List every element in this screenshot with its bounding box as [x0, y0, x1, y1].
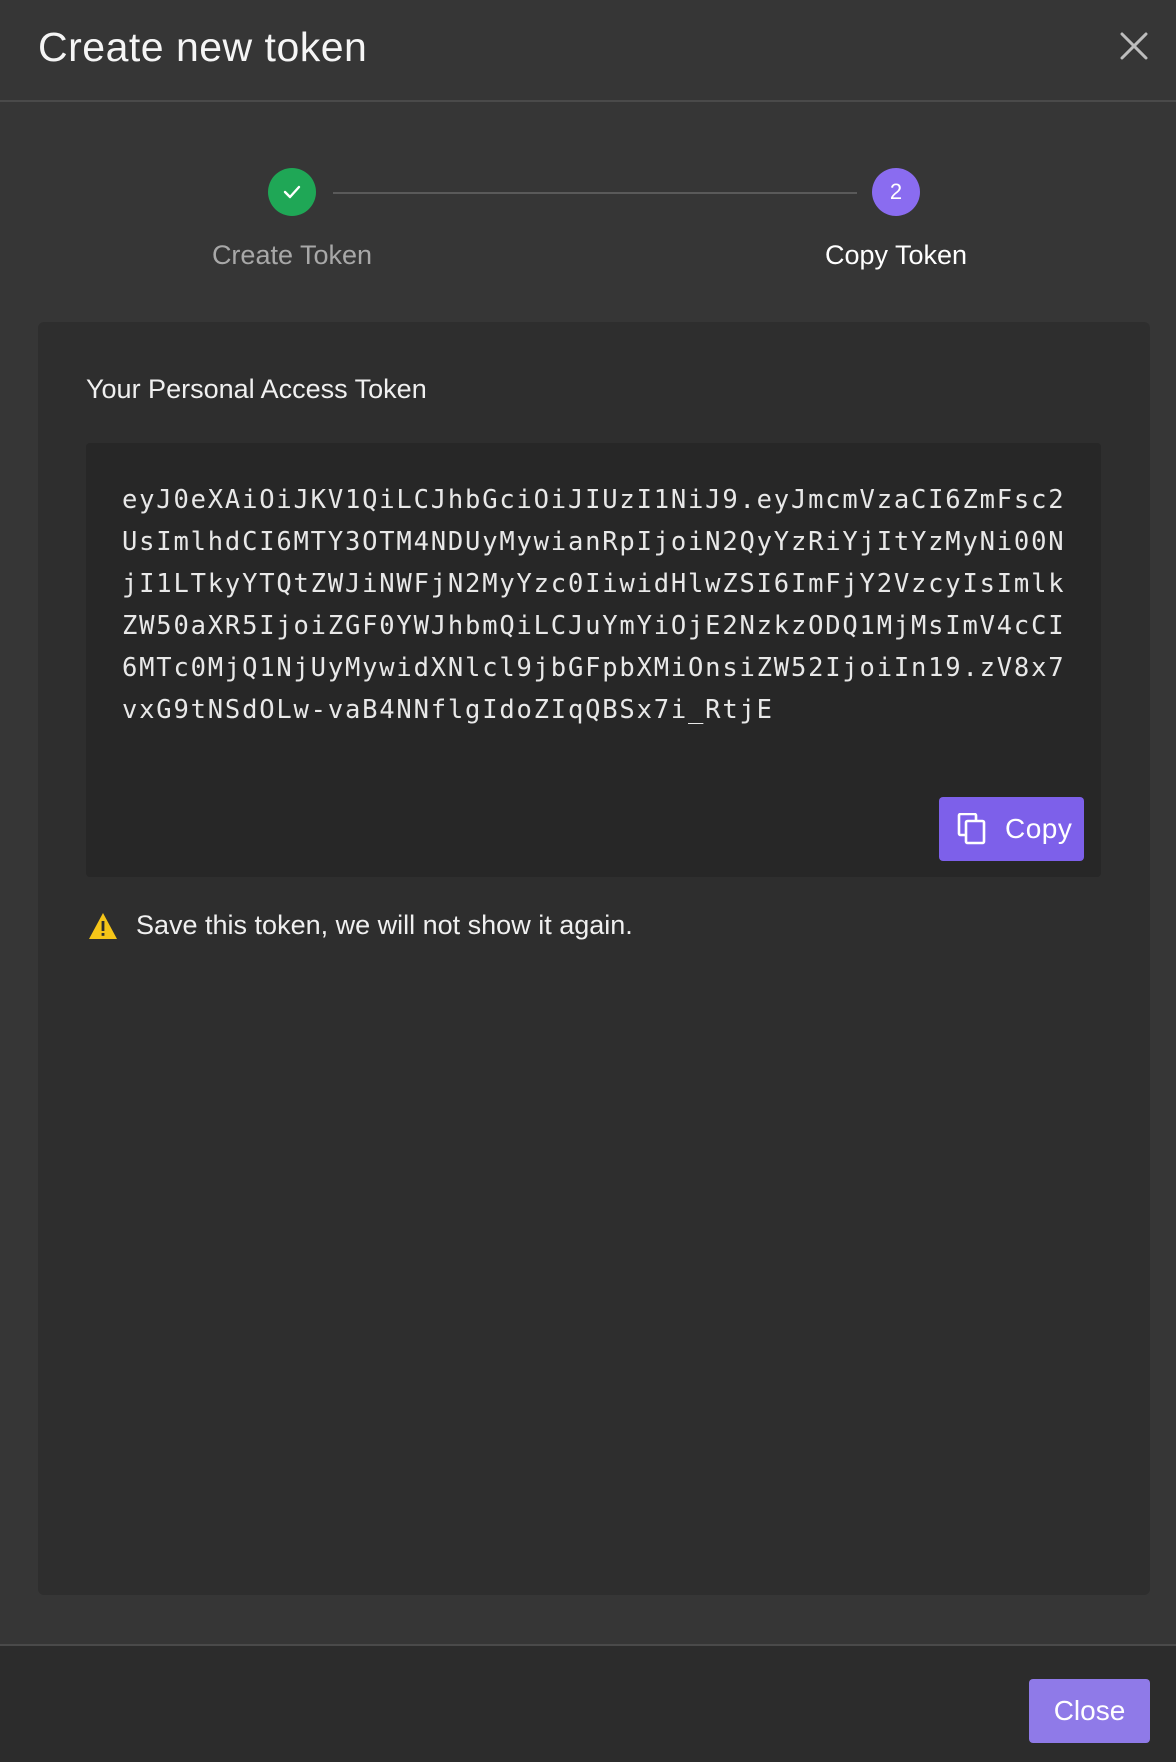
step-label: Create Token [211, 240, 373, 270]
dialog-header: Create new token [0, 0, 1176, 102]
copy-icon [957, 813, 986, 845]
step-create-token: Create Token [172, 160, 412, 272]
token-panel: Your Personal Access Token eyJ0eXAiOiJKV… [38, 322, 1150, 1595]
dialog-footer: Close [0, 1644, 1176, 1762]
step-copy-token: 2 Copy Token [776, 160, 1016, 272]
close-icon[interactable] [1116, 28, 1152, 64]
close-button[interactable]: Close [1029, 1679, 1150, 1743]
create-token-dialog: Create new token Create Token 2 Copy Tok… [0, 0, 1176, 1762]
step-label: Copy Token [824, 240, 968, 270]
copy-button-label: Copy [1005, 813, 1073, 844]
token-box: eyJ0eXAiOiJKV1QiLCJhbGciOiJIUzI1NiJ9.eyJ… [86, 443, 1101, 877]
step-number-badge: 2 [872, 168, 920, 216]
check-icon [283, 185, 301, 199]
token-value[interactable]: eyJ0eXAiOiJKV1QiLCJhbGciOiJIUzI1NiJ9.eyJ… [122, 479, 1072, 731]
warning-message: Save this token, we will not show it aga… [88, 910, 633, 941]
dialog-title: Create new token [38, 24, 368, 70]
step-completed-badge [268, 168, 316, 216]
token-label: Your Personal Access Token [86, 374, 427, 404]
stepper: Create Token 2 Copy Token [0, 160, 1176, 280]
warning-icon [89, 912, 117, 939]
warning-text: Save this token, we will not show it aga… [136, 910, 633, 940]
copy-button[interactable]: Copy [939, 797, 1084, 861]
